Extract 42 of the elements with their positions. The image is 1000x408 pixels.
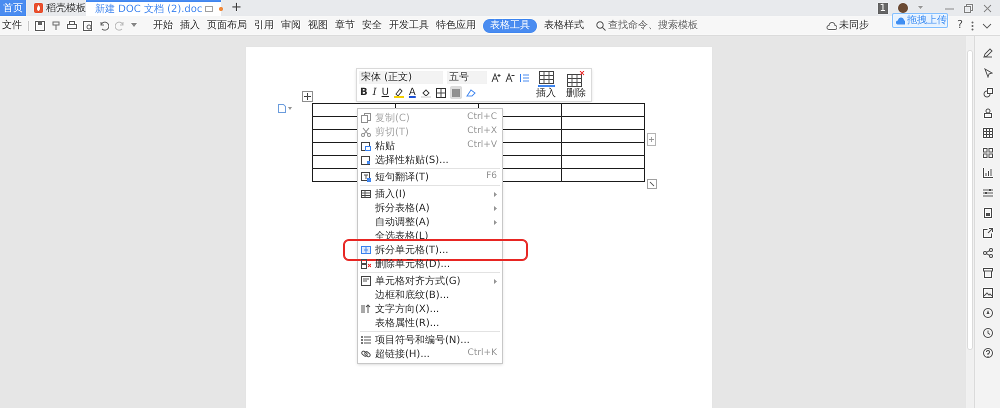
- underline-button[interactable]: U: [380, 86, 390, 99]
- ribbon-tab[interactable]: 章节: [335, 18, 355, 32]
- menu-item[interactable]: 删除单元格(D)...: [358, 257, 502, 271]
- sync-status[interactable]: 未同步: [839, 18, 870, 33]
- menu-item[interactable]: 拆分单元格(T)...: [347, 243, 524, 257]
- add-column-button[interactable]: +: [647, 133, 656, 146]
- ribbon-tab[interactable]: 插入: [180, 18, 200, 32]
- ribbon-tab[interactable]: 视图: [308, 18, 328, 32]
- menu-item[interactable]: 粘贴 Ctrl+V: [358, 139, 502, 153]
- new-tab-button[interactable]: +: [231, 0, 242, 16]
- delete-button[interactable]: 删除: [563, 71, 589, 99]
- bold-button[interactable]: B: [359, 86, 369, 99]
- ribbon-tab[interactable]: 安全: [362, 18, 382, 32]
- size-dropdown[interactable]: 五号: [447, 71, 487, 84]
- menu-item[interactable]: 表格属性(R)...: [358, 316, 502, 330]
- ribbon-tab[interactable]: 开始: [153, 18, 173, 32]
- tab[interactable]: 稻壳模板: [26, 0, 86, 16]
- ribbon-tab[interactable]: 特色应用: [436, 18, 476, 32]
- font-color-button[interactable]: A: [408, 86, 417, 99]
- menu-item[interactable]: 边框和底纹(B)...: [358, 288, 502, 302]
- menu-item[interactable]: 超链接(H)... Ctrl+K: [358, 347, 502, 361]
- menu-item[interactable]: 项目符号和编号(N)...: [358, 333, 502, 347]
- menu-item[interactable]: 选择性粘贴(S)...: [358, 153, 502, 167]
- file-menu[interactable]: 文件: [0, 18, 28, 33]
- ribbon-tab[interactable]: 页面布局: [207, 18, 247, 32]
- menu-item[interactable]: 自动调整(A): [358, 215, 502, 229]
- menu-item[interactable]: 文字方向(X)...: [358, 302, 502, 316]
- ribbon-tab[interactable]: 开发工具: [389, 18, 429, 32]
- ribbon-tab[interactable]: 表格样式: [544, 18, 584, 32]
- upload-label: 拖拽上传: [907, 14, 947, 28]
- menu-item[interactable]: 拆分表格(A): [358, 201, 502, 215]
- font-dropdown[interactable]: 宋体 (正文): [359, 71, 443, 84]
- menu-item[interactable]: 单元格对齐方式(G): [358, 274, 502, 288]
- search-field[interactable]: 查找命令、搜索模板: [596, 18, 708, 33]
- help-button[interactable]: ?: [957, 17, 963, 34]
- ribbon-tab[interactable]: 审阅: [281, 18, 301, 32]
- italic-button[interactable]: I: [372, 86, 378, 99]
- menu-item[interactable]: 短句翻译(T) F6: [358, 170, 502, 184]
- ribbon-tab[interactable]: 引用: [254, 18, 274, 32]
- message-count-badge[interactable]: 1: [878, 2, 888, 14]
- insert-button[interactable]: 插入: [533, 71, 559, 99]
- menu-item[interactable]: 插入(I): [358, 187, 502, 201]
